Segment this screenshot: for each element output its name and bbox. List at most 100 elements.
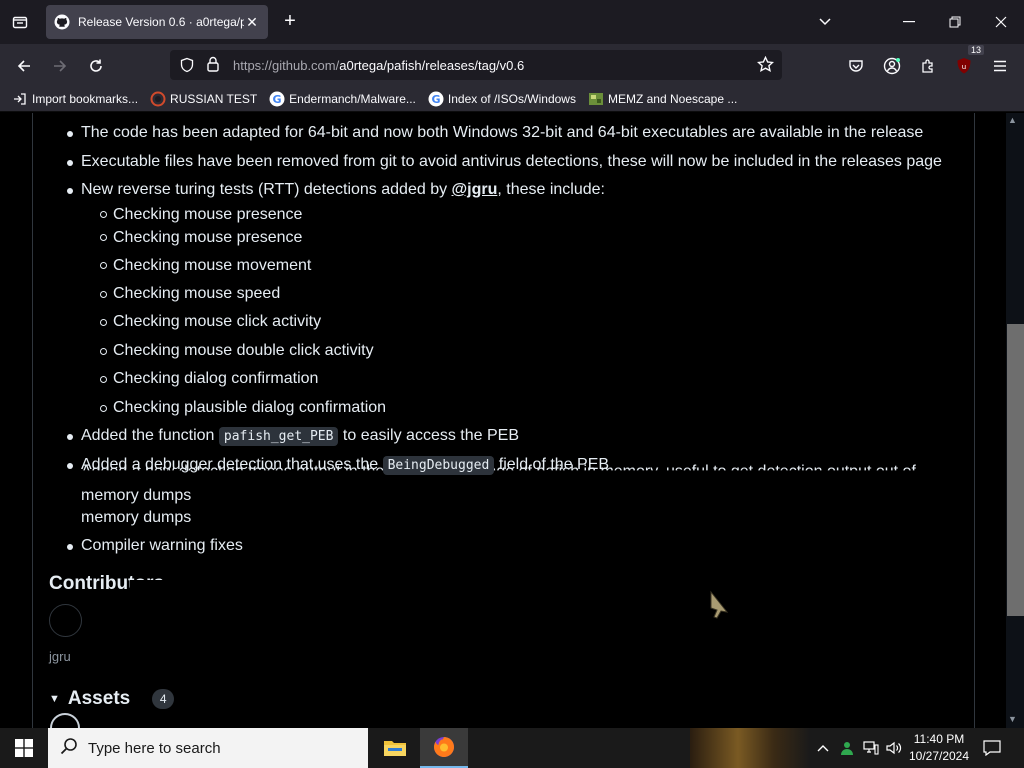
clock-date: 10/27/2024 <box>908 749 970 763</box>
code-snippet: BeingDebugged <box>382 456 495 475</box>
network-icon[interactable] <box>860 728 882 768</box>
tab-list-icon[interactable] <box>8 10 32 34</box>
sub-list-item: Checking mouse speed <box>113 285 281 302</box>
bookmark-label: Import bookmarks... <box>32 91 139 106</box>
svg-text:G: G <box>431 93 440 106</box>
google-icon: G <box>269 91 285 107</box>
taskbar-search-box[interactable]: Type here to search <box>48 728 368 768</box>
site-favicon-icon <box>588 91 604 107</box>
bookmark-label: RUSSIAN TEST <box>170 91 258 106</box>
assets-toggle[interactable]: ▼ Assets 4 <box>49 688 175 710</box>
address-bar[interactable]: https://github.com/a0rtega/pafish/releas… <box>170 50 782 80</box>
tab-title: Release Version 0.6 · a0rtega/pafi <box>78 15 244 29</box>
list-bullet <box>67 463 73 469</box>
lock-icon[interactable] <box>206 56 220 77</box>
sub-bullet <box>100 319 107 326</box>
list-item: Compiler warning fixes <box>81 537 243 554</box>
svg-text:u: u <box>962 63 966 71</box>
tab-close-icon[interactable]: ✕ <box>244 14 260 30</box>
sub-bullet <box>100 405 107 412</box>
sub-list-item: Checking mouse presence <box>113 206 303 223</box>
restore-icon[interactable] <box>932 0 978 44</box>
url-text[interactable]: https://github.com/a0rtega/pafish/releas… <box>233 58 524 73</box>
list-item-continuation: memory dumps <box>81 509 192 526</box>
page-content: The code has been adapted for 64-bit and… <box>0 113 1024 728</box>
extensions-icon[interactable] <box>915 53 941 79</box>
bookmarks-toolbar: Import bookmarks... RUSSIAN TEST G Ender… <box>0 86 1024 112</box>
file-explorer-icon[interactable] <box>371 728 419 768</box>
sub-bullet <box>100 211 107 218</box>
caret-down-icon: ▼ <box>49 693 60 705</box>
scrollbar-thumb[interactable] <box>1007 324 1024 616</box>
bookmark-endermanch[interactable]: G Endermanch/Malware... <box>269 91 416 107</box>
tracking-protection-icon[interactable] <box>179 57 195 78</box>
reload-icon[interactable] <box>83 53 109 79</box>
system-clock[interactable]: 11:40 PM 10/27/2024 <box>906 731 972 765</box>
sub-list-item: Checking mouse presence <box>113 229 303 246</box>
list-bullet <box>67 131 73 137</box>
sub-bullet <box>100 234 107 241</box>
active-tab[interactable]: Release Version 0.6 · a0rtega/pafi ✕ <box>46 5 268 39</box>
list-item: The code has been adapted for 64-bit and… <box>81 124 924 141</box>
ublock-icon[interactable]: u 13 <box>951 45 984 79</box>
bookmark-russian-test[interactable]: RUSSIAN TEST <box>150 91 257 107</box>
sub-list-item: Checking dialog confirmation <box>113 370 319 387</box>
notifications-icon[interactable] <box>978 728 1006 768</box>
bookmark-isos[interactable]: G Index of /ISOs/Windows <box>428 91 576 107</box>
list-item-continuation: memory dumps <box>81 487 192 504</box>
extension-badge: 13 <box>967 45 984 55</box>
site-favicon-icon <box>150 91 166 107</box>
google-icon: G <box>428 91 444 107</box>
sub-bullet <box>100 262 107 269</box>
assets-heading: Assets <box>67 688 131 709</box>
bookmark-memz[interactable]: MEMZ and Noescape ... <box>588 91 737 107</box>
import-icon <box>12 91 28 107</box>
app-menu-icon[interactable] <box>987 53 1013 79</box>
taskbar-background-art <box>690 728 810 768</box>
bookmark-label: Index of /ISOs/Windows <box>447 91 576 106</box>
list-item: New reverse turing tests (RTT) detection… <box>81 181 605 198</box>
list-bullet <box>67 434 73 440</box>
user-tray-icon[interactable] <box>836 728 858 768</box>
github-icon <box>54 14 70 30</box>
contributor-name[interactable]: jgru <box>49 649 71 664</box>
scroll-up-icon[interactable]: ▲ <box>1008 115 1017 125</box>
back-icon[interactable] <box>11 53 37 79</box>
show-hidden-icons-icon[interactable] <box>812 728 834 768</box>
bookmark-label: MEMZ and Noescape ... <box>607 91 738 106</box>
minimize-icon[interactable] <box>886 0 932 44</box>
sub-list-item: Checking plausible dialog confirmation <box>113 399 387 416</box>
list-all-tabs-icon[interactable] <box>802 0 848 44</box>
list-item: Executable files have been removed from … <box>81 153 942 170</box>
sub-list-item: Checking mouse movement <box>113 257 312 274</box>
search-icon <box>60 737 78 760</box>
pocket-icon[interactable] <box>843 53 869 79</box>
cursor-icon <box>707 590 731 625</box>
new-tab-icon[interactable]: + <box>278 10 302 34</box>
search-placeholder: Type here to search <box>88 739 221 757</box>
assets-count-badge: 4 <box>152 689 175 709</box>
avatar[interactable] <box>49 604 82 637</box>
bookmark-import[interactable]: Import bookmarks... <box>12 91 138 107</box>
bookmark-label: Endermanch/Malware... <box>289 91 416 106</box>
bookmark-star-icon[interactable] <box>756 55 775 78</box>
sub-bullet <box>100 291 107 298</box>
list-bullet <box>67 544 73 550</box>
taskbar: Type here to search 11:40 PM 10/27/2024 <box>0 728 1024 768</box>
svg-text:G: G <box>273 93 282 106</box>
navigation-toolbar: https://github.com/a0rtega/pafish/releas… <box>0 44 1024 86</box>
code-snippet: pafish_get_PEB <box>218 427 339 446</box>
close-window-icon[interactable] <box>978 0 1024 44</box>
account-icon[interactable] <box>879 53 905 79</box>
sub-list-item: Checking mouse double click activity <box>113 342 374 359</box>
volume-icon[interactable] <box>883 728 905 768</box>
scroll-down-icon[interactable]: ▼ <box>1008 714 1017 724</box>
windows-start-icon[interactable] <box>0 728 48 768</box>
forward-icon[interactable] <box>47 53 73 79</box>
list-bullet <box>67 160 73 166</box>
user-mention-link[interactable]: @jgru <box>452 181 498 198</box>
list-item: Added a debugger detection that uses the… <box>81 456 610 475</box>
firefox-icon[interactable] <box>420 728 468 768</box>
heading-overlap-mask <box>130 580 170 594</box>
tab-bar: Release Version 0.6 · a0rtega/pafi ✕ + <box>0 0 1024 44</box>
